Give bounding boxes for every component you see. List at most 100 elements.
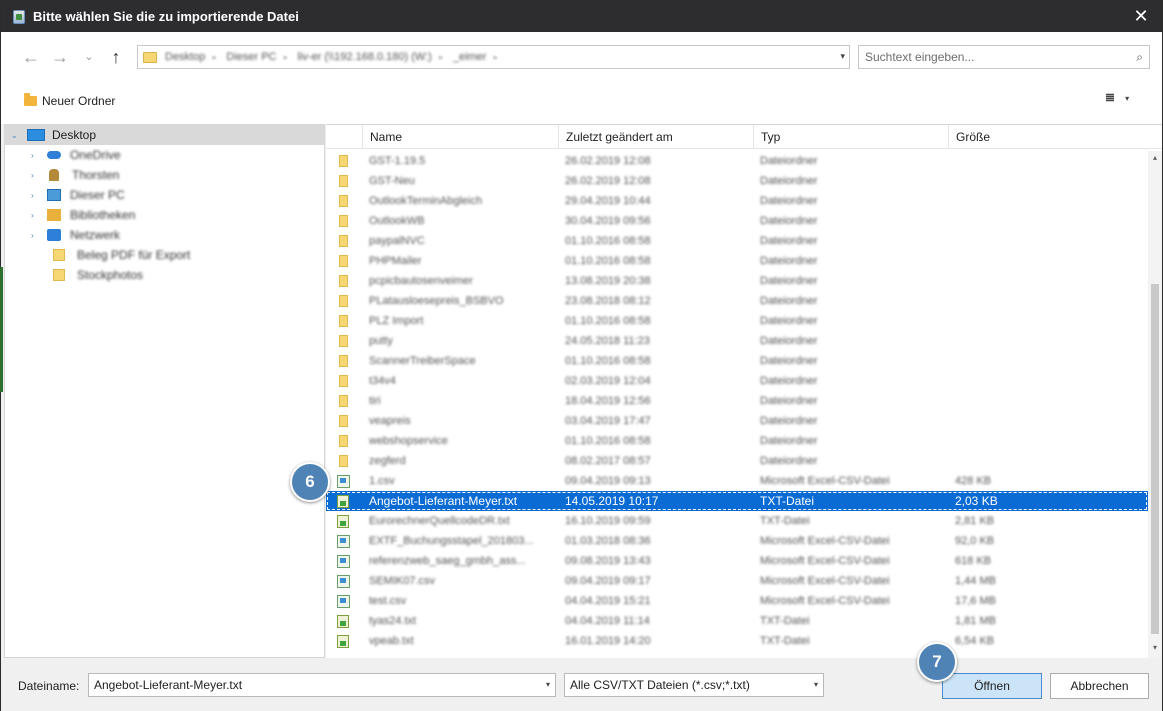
expand-chevron-icon[interactable]: › <box>31 231 41 240</box>
file-row[interactable]: EXTF_Buchungsstapel_201803... 01.03.2018 … <box>326 531 1148 551</box>
file-row[interactable]: referenzweb_saeg_gmbh_ass... 09.08.2019 1… <box>326 551 1148 571</box>
close-icon[interactable]: ✕ <box>1130 5 1152 27</box>
file-row[interactable]: GST-1.19.5 26.02.2019 12:08 Dateiordner <box>326 151 1148 171</box>
file-row[interactable]: veapreis 03.04.2019 17:47 Dateiordner <box>326 411 1148 431</box>
search-icon[interactable]: ⌕ <box>1136 46 1143 68</box>
file-type-cell: Microsoft Excel-CSV-Datei <box>760 595 890 607</box>
file-type-cell: Microsoft Excel-CSV-Datei <box>760 575 890 587</box>
file-name-cell: ScannerTreiberSpace <box>369 355 476 367</box>
scroll-down-icon[interactable]: ▾ <box>1150 643 1160 652</box>
file-row[interactable]: zegferd 08.02.2017 08:57 Dateiordner <box>326 451 1148 471</box>
file-type-cell: Dateiordner <box>760 155 818 167</box>
file-type-cell: Dateiordner <box>760 295 818 307</box>
tree-item-libraries[interactable]: › Bibliotheken <box>5 205 324 225</box>
view-options-button[interactable]: ≣ ▾ <box>1105 90 1129 104</box>
breadcrumb-separator-icon[interactable]: » <box>211 52 216 62</box>
file-date-cell: 18.04.2019 12:56 <box>565 395 651 407</box>
file-name-cell: tiri <box>369 395 381 407</box>
tree-item-user[interactable]: › Thorsten <box>5 165 324 185</box>
file-row[interactable]: pcpicbautosenveimer 13.08.2019 20:38 Datei… <box>326 271 1148 291</box>
file-date-cell: 01.10.2016 08:58 <box>565 255 651 267</box>
file-row[interactable]: ScannerTreiberSpace 01.10.2016 08:58 Datei… <box>326 351 1148 371</box>
breadcrumb-this-pc[interactable]: Dieser PC <box>226 51 276 63</box>
new-folder-button[interactable]: Neuer Ordner <box>24 90 115 112</box>
file-row[interactable]: PHPMailer 01.10.2016 08:58 Dateiordner <box>326 251 1148 271</box>
file-type-cell: Dateiordner <box>760 335 818 347</box>
file-row[interactable]: GST-Neu 26.02.2019 12:08 Dateiordner <box>326 171 1148 191</box>
vertical-scrollbar[interactable]: ▴ ▾ <box>1148 151 1162 659</box>
file-row[interactable]: paypalNVC 01.10.2016 08:58 Dateiordner <box>326 231 1148 251</box>
file-row[interactable]: 1.csv 09.04.2019 09:13 Microsoft Excel-CSV… <box>326 471 1148 491</box>
file-type-dropdown-icon[interactable]: ▾ <box>814 674 818 696</box>
file-row[interactable]: tyas24.txt 04.04.2019 11:14 TXT-Datei 1,81 … <box>326 611 1148 631</box>
filename-dropdown-icon[interactable]: ▾ <box>546 674 550 696</box>
forward-arrow-icon[interactable]: → <box>49 46 71 68</box>
column-type[interactable]: Typ <box>753 125 949 149</box>
csv-file-icon <box>337 475 350 488</box>
file-date-cell: 01.10.2016 08:58 <box>565 315 651 327</box>
breadcrumb-separator-icon[interactable]: » <box>492 52 497 62</box>
file-name-cell: test.csv <box>369 595 407 607</box>
expand-chevron-icon[interactable]: › <box>31 211 41 220</box>
file-row[interactable]: OutlookWB 30.04.2019 09:56 Dateiordner <box>326 211 1148 231</box>
file-row[interactable]: OutlookTerminAbgleich 29.04.2019 10:44 Dat… <box>326 191 1148 211</box>
file-date-cell: 26.02.2019 12:08 <box>565 175 651 187</box>
file-date-cell: 23.08.2018 08:12 <box>565 295 651 307</box>
cancel-button[interactable]: Abbrechen <box>1050 673 1149 699</box>
file-row[interactable]: EurorechnerQuellcodeDR.txt 16.10.2019 09:… <box>326 511 1148 531</box>
breadcrumb-separator-icon[interactable]: » <box>438 52 443 62</box>
tree-item-folder[interactable]: Beleg PDF für Export <box>5 245 324 265</box>
breadcrumb-folder[interactable]: _eimer <box>453 51 487 63</box>
tree-item-desktop[interactable]: ⌄ Desktop <box>5 125 324 145</box>
collapse-chevron-icon[interactable]: ⌄ <box>11 131 21 140</box>
address-dropdown-icon[interactable]: ▾ <box>840 51 845 62</box>
expand-chevron-icon[interactable]: › <box>31 151 41 160</box>
tree-item-label: OneDrive <box>70 148 121 162</box>
file-row[interactable]: t34v4 02.03.2019 12:04 Dateiordner <box>326 371 1148 391</box>
scrollbar-thumb[interactable] <box>1151 284 1159 634</box>
file-type-select[interactable]: Alle CSV/TXT Dateien (*.csv;*.txt) ▾ <box>564 673 824 697</box>
file-row[interactable]: putty 24.05.2018 11:23 Dateiordner <box>326 331 1148 351</box>
breadcrumb-separator-icon[interactable]: » <box>283 52 288 62</box>
file-type-cell: Dateiordner <box>760 315 818 327</box>
scroll-up-icon[interactable]: ▴ <box>1150 153 1160 162</box>
file-row[interactable]: Angebot-Lieferant-Meyer.txt 14.05.2019 10… <box>326 491 1148 511</box>
file-name-cell: webshopservice <box>369 435 448 447</box>
file-type-cell: Dateiordner <box>760 175 818 187</box>
open-button[interactable]: Öffnen <box>942 673 1042 699</box>
file-row[interactable]: PLatausloesepreis_BSBVO 23.08.2018 08:12 D… <box>326 291 1148 311</box>
breadcrumb-drive[interactable]: liv-er (\\192.168.0.180) (W:) <box>298 51 432 63</box>
column-name[interactable]: Name <box>362 125 558 149</box>
file-row[interactable]: SEMIK07.csv 09.04.2019 09:17 Microsoft Exc… <box>326 571 1148 591</box>
tree-item-network[interactable]: › Netzwerk <box>5 225 324 245</box>
expand-chevron-icon[interactable]: › <box>31 191 41 200</box>
file-row[interactable]: vpeab.txt 16.01.2019 14:20 TXT-Datei 6,54 K… <box>326 631 1148 651</box>
folder-icon <box>339 435 348 447</box>
file-open-dialog: Bitte wählen Sie die zu importierende Da… <box>0 0 1163 711</box>
file-row[interactable]: tiri 18.04.2019 12:56 Dateiordner <box>326 391 1148 411</box>
breadcrumb-desktop[interactable]: Desktop <box>165 51 205 63</box>
column-size[interactable]: Größe <box>948 125 1162 149</box>
tree-item-this-pc[interactable]: › Dieser PC <box>5 185 324 205</box>
folder-icon <box>339 415 348 427</box>
desktop-icon <box>27 129 45 141</box>
tree-item-onedrive[interactable]: › OneDrive <box>5 145 324 165</box>
search-input[interactable]: Suchtext eingeben... ⌕ <box>858 45 1150 69</box>
back-arrow-icon[interactable]: ← <box>20 46 42 68</box>
file-name-cell: GST-Neu <box>369 175 415 187</box>
file-date-cell: 30.04.2019 09:56 <box>565 215 651 227</box>
file-row[interactable]: webshopservice 01.10.2016 08:58 Dateiordne… <box>326 431 1148 451</box>
file-type-cell: TXT-Datei <box>760 494 815 508</box>
column-date[interactable]: Zuletzt geändert am <box>558 125 754 149</box>
filename-input[interactable]: Angebot-Lieferant-Meyer.txt ▾ <box>88 673 556 697</box>
tree-item-folder[interactable]: Stockphotos <box>5 265 324 285</box>
file-row[interactable]: test.csv 04.04.2019 15:21 Microsoft Excel-… <box>326 591 1148 611</box>
expand-chevron-icon[interactable]: › <box>31 171 41 180</box>
folder-icon <box>339 175 348 187</box>
address-bar[interactable]: Desktop » Dieser PC » liv-er (\\192.168.… <box>137 45 850 69</box>
recent-locations-icon[interactable]: ⌄ <box>78 46 100 68</box>
file-row[interactable]: PLZ Import 01.10.2016 08:58 Dateiordner <box>326 311 1148 331</box>
file-date-cell: 09.08.2019 13:43 <box>565 555 651 567</box>
up-arrow-icon[interactable]: ↑ <box>105 46 127 68</box>
file-date-cell: 26.02.2019 12:08 <box>565 155 651 167</box>
